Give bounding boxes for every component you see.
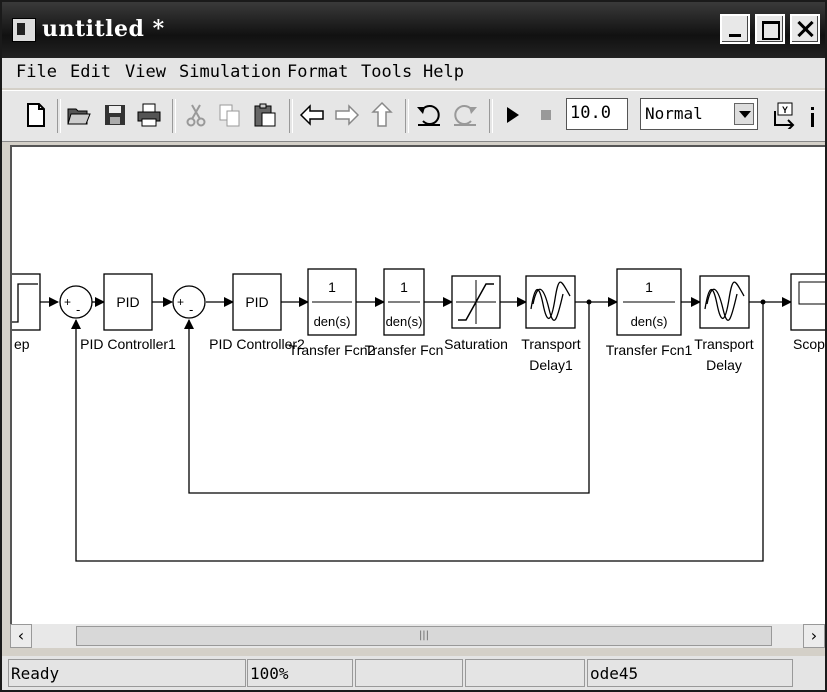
copy-icon[interactable] <box>216 101 244 129</box>
simulink-icon <box>12 18 36 42</box>
sum-plus-sign: + <box>177 295 184 309</box>
transfer-fcn1-block[interactable]: 1 den(s) <box>616 268 682 336</box>
scope-block[interactable] <box>790 273 827 331</box>
zoom-level: 100% <box>247 659 353 687</box>
menu-view-label: View <box>125 62 166 82</box>
scrollbar-thumb[interactable]: ||| <box>76 626 772 646</box>
pid-controller1-block[interactable]: PID <box>103 273 153 331</box>
svg-text:Y: Y <box>782 105 788 115</box>
library-browser-icon[interactable]: Y <box>772 101 800 129</box>
info-icon[interactable] <box>804 101 824 129</box>
status-text: Ready <box>8 659 246 687</box>
pid-controller1-label: PID Controller1 <box>80 336 176 352</box>
transfer-fcn-block[interactable]: 1 den(s) <box>383 268 425 336</box>
close-button[interactable] <box>790 14 820 44</box>
model-canvas[interactable]: ep + - PID PID Controller1 + - PID PID C… <box>10 145 827 625</box>
cut-icon[interactable] <box>182 101 210 129</box>
window-title: untitled * <box>42 16 165 42</box>
title-bar[interactable]: untitled * <box>2 2 825 58</box>
saturation-label: Saturation <box>444 336 508 352</box>
transfer-fcn2-block[interactable]: 1 den(s) <box>307 268 357 336</box>
transport-delay1-block[interactable] <box>525 275 576 329</box>
transport-delay-label-line2: Delay <box>706 357 742 373</box>
step-label: ep <box>14 336 30 352</box>
menu-format-label: Format <box>287 62 349 82</box>
saturation-block[interactable] <box>451 275 501 329</box>
menu-view[interactable]: View <box>125 62 166 82</box>
menu-simulation-label: Simulation <box>179 62 282 82</box>
block-diagram: ep + - PID PID Controller1 + - PID PID C… <box>12 268 827 562</box>
new-file-icon[interactable] <box>22 101 50 129</box>
print-icon[interactable] <box>135 101 163 129</box>
redo-icon[interactable] <box>451 101 479 129</box>
minimize-button[interactable] <box>720 14 750 44</box>
transfer-fcn2-label: Transfer Fcn2 <box>289 342 376 358</box>
pid1-text: PID <box>116 294 139 310</box>
solver-name: ode45 <box>587 659 793 687</box>
scroll-right-icon[interactable]: › <box>803 624 825 648</box>
scroll-left-icon[interactable]: ‹ <box>10 624 32 648</box>
sum-block-1[interactable]: + - <box>59 285 93 319</box>
menu-bar: File Edit View Simulation Format Tools H… <box>2 58 825 88</box>
sum-minus-sign: - <box>76 302 80 317</box>
stop-time-input[interactable]: 10.0 <box>566 98 628 130</box>
paste-icon[interactable] <box>251 101 279 129</box>
stop-icon[interactable] <box>532 101 560 129</box>
tf1-numerator: 1 <box>645 279 653 295</box>
menu-help-label: Help <box>423 62 464 82</box>
menu-simulation[interactable]: Simulation <box>179 62 281 82</box>
up-arrow-icon[interactable] <box>368 101 396 129</box>
transport-delay1-label-line1: Transport <box>521 336 581 352</box>
horizontal-scrollbar[interactable]: ‹ ||| › <box>10 624 825 648</box>
menu-tools[interactable]: Tools <box>361 62 412 82</box>
outer-feedback-line[interactable] <box>71 302 764 562</box>
menu-file[interactable]: File <box>16 62 57 82</box>
save-icon[interactable] <box>101 101 129 129</box>
play-icon[interactable] <box>498 101 526 129</box>
undo-icon[interactable] <box>415 101 443 129</box>
scope-label: Scop <box>793 336 825 352</box>
status-panel-empty <box>465 659 585 687</box>
forward-arrow-icon[interactable] <box>333 101 361 129</box>
step-block[interactable] <box>12 273 41 331</box>
maximize-button[interactable] <box>755 14 785 44</box>
tf-numerator: 1 <box>400 279 408 295</box>
chevron-down-icon[interactable] <box>734 103 754 125</box>
sum-block-2[interactable]: + - <box>172 285 206 319</box>
transport-delay-block[interactable] <box>699 275 750 329</box>
pid-controller2-block[interactable]: PID <box>232 273 282 331</box>
sum-minus-sign: - <box>189 302 193 317</box>
status-panel-empty <box>355 659 463 687</box>
menu-edit-label: Edit <box>70 62 111 82</box>
transport-delay-label-line1: Transport <box>694 336 754 352</box>
branch-point <box>760 299 766 305</box>
simulation-mode-select[interactable]: Normal <box>640 98 758 130</box>
tf-denominator: den(s) <box>386 314 423 329</box>
sum-plus-sign: + <box>64 295 71 309</box>
menu-file-label: File <box>16 62 57 82</box>
menu-edit[interactable]: Edit <box>70 62 111 82</box>
window: untitled * File Edit View Simulation For… <box>0 0 827 692</box>
menu-format[interactable]: Format <box>287 62 348 82</box>
status-bar: Ready 100% ode45 <box>2 656 825 690</box>
tf2-numerator: 1 <box>328 279 336 295</box>
tf1-denominator: den(s) <box>631 314 668 329</box>
back-arrow-icon[interactable] <box>298 101 326 129</box>
pid2-text: PID <box>245 294 268 310</box>
transport-delay1-label-line2: Delay1 <box>529 357 573 373</box>
simulation-mode-value: Normal <box>645 104 703 123</box>
tf2-denominator: den(s) <box>314 314 351 329</box>
transfer-fcn1-label: Transfer Fcn1 <box>606 342 693 358</box>
menu-help[interactable]: Help <box>423 62 464 82</box>
open-folder-icon[interactable] <box>65 101 93 129</box>
branch-point <box>586 299 592 305</box>
menu-tools-label: Tools <box>361 62 413 82</box>
transfer-fcn-label: Transfer Fcn <box>365 342 444 358</box>
